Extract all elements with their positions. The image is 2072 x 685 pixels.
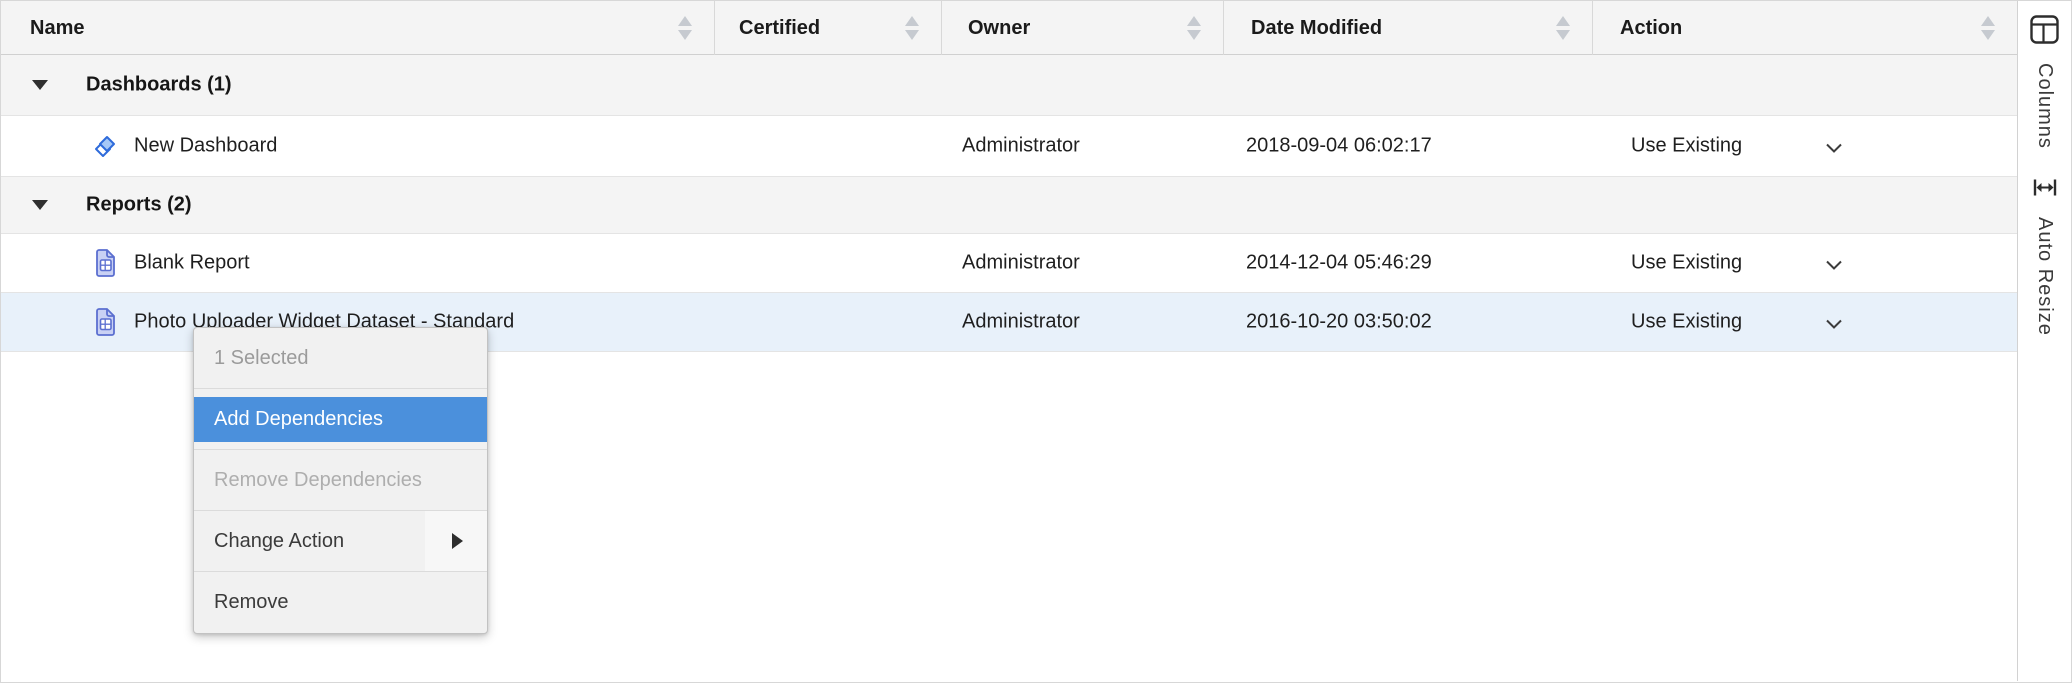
objects-table-panel: Name Certified Owner Date Modified Actio… — [0, 0, 2072, 683]
table-header-row: Name Certified Owner Date Modified Actio… — [1, 1, 2017, 55]
menu-item-remove[interactable]: Remove — [194, 572, 487, 633]
group-label: Reports (2) — [86, 194, 192, 217]
column-header-owner[interactable]: Owner — [941, 1, 1223, 55]
menu-item-label: Remove — [214, 591, 288, 614]
selection-count-label: 1 Selected — [214, 347, 309, 370]
sort-arrows-icon — [678, 16, 692, 40]
column-header-owner-label: Owner — [968, 17, 1030, 40]
columns-icon — [2029, 14, 2060, 50]
group-row-dashboards[interactable]: Dashboards (1) — [1, 55, 2017, 116]
dashboard-icon — [91, 131, 119, 161]
collapse-triangle-icon[interactable] — [32, 200, 48, 210]
import-objects-screen: Name Certified Owner Date Modified Actio… — [0, 0, 2072, 685]
table-row-new-dashboard[interactable]: New Dashboard Administrator 2018-09-04 0… — [1, 116, 2017, 177]
context-menu: 1 Selected Add Dependencies Remove Depen… — [193, 327, 488, 634]
auto-resize-icon — [2032, 176, 2058, 204]
auto-resize-button[interactable]: Auto Resize — [2032, 176, 2058, 336]
action-dropdown-value[interactable]: Use Existing — [1631, 135, 1742, 158]
menu-item-label: Change Action — [214, 530, 344, 553]
column-header-date-modified-label: Date Modified — [1251, 17, 1382, 40]
date-modified-cell: 2014-12-04 05:46:29 — [1246, 252, 1432, 275]
column-header-name-label: Name — [30, 17, 84, 40]
menu-item-add-dependencies[interactable]: Add Dependencies — [194, 389, 487, 450]
column-header-certified-label: Certified — [739, 17, 820, 40]
menu-item-remove-dependencies: Remove Dependencies — [194, 450, 487, 511]
table-tools-rail: Columns Auto Resize — [2017, 1, 2071, 681]
column-header-action[interactable]: Action — [1592, 1, 2017, 55]
report-icon — [91, 248, 119, 278]
menu-item-highlight[interactable]: Add Dependencies — [194, 397, 487, 442]
sort-arrows-icon — [905, 16, 919, 40]
columns-button-label: Columns — [2033, 63, 2056, 149]
object-name: New Dashboard — [134, 135, 277, 158]
menu-item-label: Remove Dependencies — [214, 469, 422, 492]
action-dropdown-value[interactable]: Use Existing — [1631, 311, 1742, 334]
owner-cell: Administrator — [962, 135, 1080, 158]
date-modified-cell: 2018-09-04 06:02:17 — [1246, 135, 1432, 158]
group-label: Dashboards (1) — [86, 74, 232, 97]
sort-arrows-icon — [1556, 16, 1570, 40]
column-header-action-label: Action — [1620, 17, 1682, 40]
columns-button[interactable]: Columns — [2029, 14, 2060, 149]
group-row-reports[interactable]: Reports (2) — [1, 177, 2017, 234]
submenu-arrow-icon — [452, 533, 463, 549]
auto-resize-button-label: Auto Resize — [2033, 217, 2056, 336]
report-icon — [91, 307, 119, 337]
collapse-triangle-icon[interactable] — [32, 80, 48, 90]
column-header-date-modified[interactable]: Date Modified — [1223, 1, 1592, 55]
chevron-down-icon[interactable] — [1825, 258, 1843, 269]
chevron-down-icon[interactable] — [1825, 317, 1843, 328]
column-header-name[interactable]: Name — [1, 1, 714, 55]
owner-cell: Administrator — [962, 252, 1080, 275]
object-name: Blank Report — [134, 252, 250, 275]
table-row-blank-report[interactable]: Blank Report Administrator 2014-12-04 05… — [1, 234, 2017, 293]
sort-arrows-icon — [1981, 16, 1995, 40]
context-menu-selection-count: 1 Selected — [194, 328, 487, 389]
menu-item-label: Add Dependencies — [214, 408, 383, 431]
sort-arrows-icon — [1187, 16, 1201, 40]
date-modified-cell: 2016-10-20 03:50:02 — [1246, 311, 1432, 334]
chevron-down-icon[interactable] — [1825, 141, 1843, 152]
action-dropdown-value[interactable]: Use Existing — [1631, 252, 1742, 275]
owner-cell: Administrator — [962, 311, 1080, 334]
column-header-certified[interactable]: Certified — [714, 1, 941, 55]
menu-item-change-action[interactable]: Change Action — [194, 511, 487, 572]
